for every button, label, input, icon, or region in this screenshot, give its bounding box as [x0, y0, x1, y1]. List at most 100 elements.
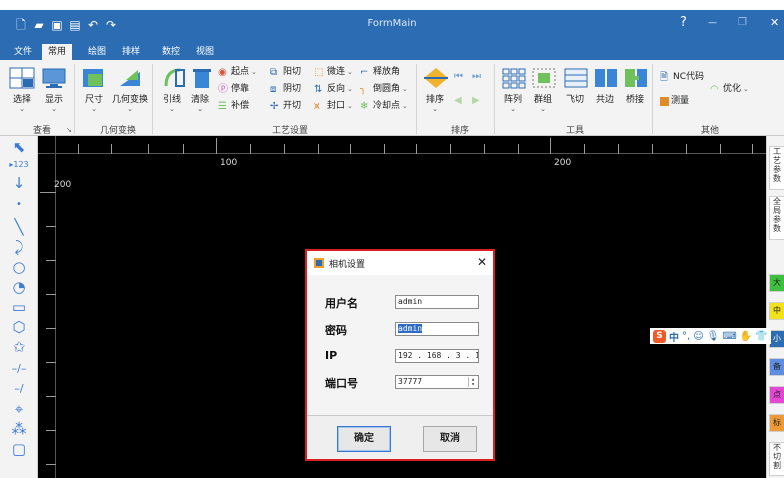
sort-first-icon[interactable]: ⏮	[454, 70, 463, 84]
skin-icon[interactable]: 👕	[755, 331, 767, 342]
star-tool-icon[interactable]: ✩	[7, 338, 31, 356]
circle-sector-icon[interactable]: ◔	[7, 278, 31, 296]
select-button[interactable]: 选择 ⌄	[8, 66, 36, 113]
minimize-button[interactable]: —	[708, 16, 717, 30]
spinner-arrows-icon[interactable]: ▴ ▾	[468, 377, 477, 388]
password-label: 密码	[325, 324, 347, 337]
chevron-down-icon: ⌄	[51, 105, 57, 113]
dash-line-icon[interactable]: –/–	[7, 360, 31, 378]
optimize-button[interactable]: ◠ 优化 ⌄	[710, 82, 749, 96]
no-cut-tab[interactable]: 不切割	[769, 442, 784, 476]
ok-button[interactable]: 确定	[337, 426, 391, 452]
measure-button[interactable]: 测量	[660, 94, 689, 108]
group-label-geometry: 几何变换	[99, 126, 136, 136]
group-expand-icon[interactable]: ↘	[66, 123, 72, 137]
ribbon-tabs: 文件 常用 绘图 排样 数控 视图	[0, 44, 784, 60]
ribbon-separator	[74, 64, 75, 134]
tab-file[interactable]: 文件	[8, 44, 38, 60]
rectangle-tool-icon[interactable]: ▭	[7, 298, 31, 316]
restore-button[interactable]: ❐	[738, 16, 747, 30]
micro-joint-button[interactable]: ⬚ 微连 ⌄	[314, 65, 353, 79]
emoji-icon[interactable]: ☺	[693, 331, 703, 342]
lead-button[interactable]: 引线 ⌄	[160, 66, 185, 113]
display-button[interactable]: 显示 ⌄	[40, 66, 68, 113]
fly-cut-button[interactable]: 飞切	[562, 66, 588, 105]
ime-mode-label[interactable]: 中	[669, 329, 679, 344]
sogou-icon[interactable]: S	[653, 329, 666, 343]
release-corner-button[interactable]: ⌐ 释放角	[360, 65, 400, 79]
tab-nest[interactable]: 排样	[116, 44, 146, 60]
fly-cut-label: 飞切	[565, 95, 584, 105]
round-corner-button[interactable]: ╮ 倒圆角 ⌄	[360, 82, 408, 96]
dialog-footer: 确定 取消	[307, 415, 493, 459]
password-input[interactable]: admin	[395, 322, 479, 336]
group-icon	[532, 68, 556, 88]
common-edge-button[interactable]: 共边	[592, 66, 618, 105]
sort-az-icon[interactable]: ↓	[7, 174, 31, 192]
sort-prev-icon[interactable]: ◀	[454, 94, 462, 108]
layer-mark-tab[interactable]: 标	[769, 414, 784, 432]
layer-point-tab[interactable]: 点	[769, 386, 784, 404]
compensate-button[interactable]: ☰ 补偿	[218, 99, 249, 113]
group-label-process: 工艺设置	[271, 126, 308, 136]
global-params-tab[interactable]: 全局参数	[769, 196, 784, 240]
layer-large-tab[interactable]: 大	[769, 274, 784, 292]
size-button[interactable]: 尺寸 ⌄	[80, 66, 108, 113]
inner-cut-label: 阴切	[283, 84, 302, 94]
ip-input[interactable]: 192 . 168 . 3 . 121	[395, 349, 479, 363]
open-cut-button[interactable]: ✢ 开切	[270, 99, 301, 113]
outer-cut-button[interactable]: ⧉ 阳切	[270, 65, 301, 79]
username-input[interactable]: admin	[395, 295, 479, 309]
seal-button[interactable]: ⩙ 封口 ⌄	[314, 99, 353, 113]
sort-next-icon[interactable]: ▶	[472, 94, 480, 108]
port-stepper[interactable]: 37777 ▴ ▾	[395, 375, 479, 389]
app-icon	[314, 258, 324, 268]
microphone-icon[interactable]: 🎙	[707, 331, 720, 342]
reverse-button[interactable]: ⇅ 反向 ⌄	[314, 82, 353, 96]
polygon-tool-icon[interactable]: ⬡	[7, 318, 31, 336]
tab-view[interactable]: 视图	[190, 44, 220, 60]
number-tool-icon[interactable]: ▸123	[7, 156, 31, 174]
cooling-point-icon: ❄	[360, 100, 369, 112]
tab-cnc[interactable]: 数控	[156, 44, 186, 60]
line-tool-icon[interactable]: ╲	[7, 218, 31, 236]
punctuation-icon[interactable]: °,	[682, 331, 690, 342]
process-params-tab[interactable]: 工艺参数	[769, 146, 784, 190]
inner-cut-button[interactable]: ⧈ 阴切	[270, 82, 301, 96]
nc-code-button[interactable]: 🗎 NC代码	[660, 70, 704, 84]
array-button[interactable]: 阵列 ⌄	[500, 66, 526, 113]
ribbon-separator	[416, 64, 417, 134]
group-button[interactable]: 群组 ⌄	[530, 66, 556, 113]
sort-last-icon[interactable]: ⏭	[472, 70, 481, 84]
bridge-button[interactable]: 桥接	[622, 66, 648, 105]
toolbox-icon[interactable]: ✋	[740, 331, 752, 342]
sort-button[interactable]: 排序 ⌄	[422, 66, 448, 113]
help-button[interactable]: ?	[680, 16, 687, 30]
scatter-tool-icon[interactable]: ⁂	[7, 420, 31, 438]
tab-common[interactable]: 常用	[42, 44, 73, 60]
start-point-button[interactable]: ◉ 起点 ⌄	[218, 65, 257, 79]
cancel-button[interactable]: 取消	[423, 426, 477, 452]
tab-draw[interactable]: 绘图	[82, 44, 112, 60]
keyboard-icon[interactable]: ⌨	[722, 331, 736, 342]
slant-line-icon[interactable]: –/	[7, 380, 31, 398]
cooling-point-button[interactable]: ❄ 冷却点 ⌄	[360, 99, 408, 113]
arc-tool-icon[interactable]: ⤸	[7, 238, 31, 256]
layer-small-tab[interactable]: 小	[769, 330, 784, 348]
pointer-tool-icon[interactable]: ⬉	[7, 138, 31, 156]
clear-button[interactable]: 清除 ⌄	[188, 66, 212, 113]
frame-tool-icon[interactable]: ▢	[7, 440, 31, 458]
ime-toolbar[interactable]: S 中 °, ☺ 🎙 ⌨ ✋ 👕	[650, 328, 771, 344]
app-window: 🗋 ▰ ▣ ▤ ↶ ↷ FormMain ? — ❐ ✕ 文件 常用 绘图 排样…	[0, 10, 784, 478]
username-label: 用户名	[325, 297, 358, 310]
crosshair-tool-icon[interactable]: ⌖	[7, 400, 31, 418]
layer-medium-tab[interactable]: 中	[769, 302, 784, 320]
transform-button[interactable]: 几何变换 ⌄	[112, 66, 148, 113]
layer-backup-tab[interactable]: 备	[769, 358, 784, 376]
park-button[interactable]: ⓟ 停靠	[218, 82, 249, 96]
ribbon: 选择 ⌄ 显示 ⌄ 查看 ↘ 尺寸 ⌄ 几何变换 ⌄ 几何变换 引线 ⌄ 清除 …	[0, 60, 784, 136]
circle-tool-icon[interactable]: ○	[7, 258, 31, 276]
point-tool-icon[interactable]: •	[7, 196, 31, 214]
close-button[interactable]: ✕	[770, 16, 779, 30]
close-icon[interactable]: ✕	[477, 255, 487, 269]
